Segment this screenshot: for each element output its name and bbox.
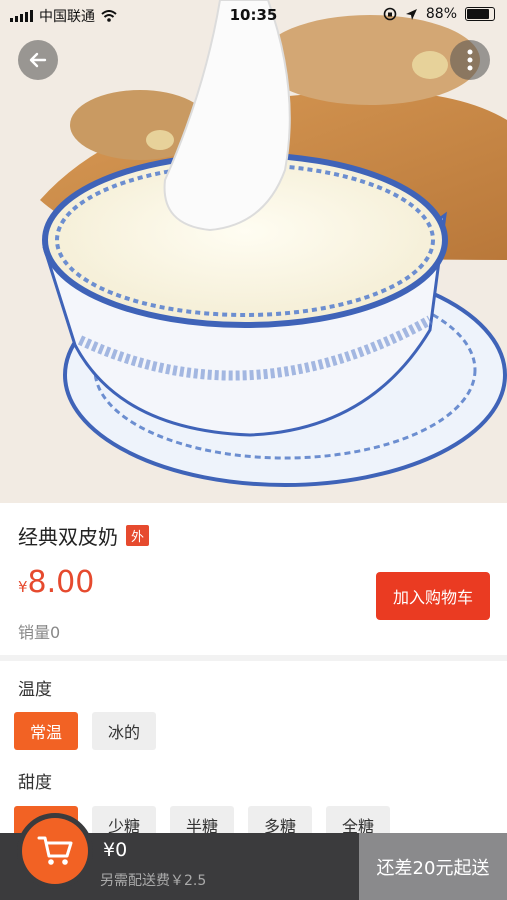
product-photo [0,0,507,503]
min-order-notice: 还差20元起送 [359,833,507,900]
orientation-lock-icon [383,7,397,21]
product-image: 中国联通 10:35 88% [0,0,507,503]
takeout-badge: 外 [126,525,150,546]
back-button[interactable] [18,40,58,80]
temperature-option-iced[interactable]: 冰的 [92,712,156,750]
product-name: 经典双皮奶 [18,525,118,549]
price-value: 8.00 [27,565,95,600]
more-button[interactable] [450,40,490,80]
title-row: 经典双皮奶 外 [18,521,150,550]
more-vertical-icon [467,49,473,71]
temperature-options: 常温 冰的 [14,712,156,750]
product-info: 经典双皮奶 外 ¥8.00 销量0 加入购物车 [0,503,507,655]
location-icon [405,8,417,20]
section-divider [0,655,507,661]
cart-bar: ¥0 另需配送费￥2.5 还差20元起送 [0,813,507,900]
add-to-cart-button[interactable]: 加入购物车 [376,572,490,620]
currency-symbol: ¥ [18,578,28,596]
status-right: 88% [383,6,495,22]
cart-button[interactable] [17,813,93,889]
cart-total: ¥0 [103,839,128,861]
delivery-fee: 另需配送费￥2.5 [100,873,207,889]
temperature-option-room[interactable]: 常温 [14,712,78,750]
battery-percent: 88% [425,6,457,22]
cart-button-inner [22,818,88,884]
sales-count: 销量0 [18,623,61,642]
battery-icon [465,7,495,21]
sweetness-label: 甜度 [18,773,52,793]
arrow-left-icon [29,52,47,68]
product-price: ¥8.00 [18,565,94,600]
temperature-label: 温度 [18,680,52,700]
shopping-cart-icon [37,836,73,865]
status-bar: 中国联通 10:35 88% [0,0,507,30]
